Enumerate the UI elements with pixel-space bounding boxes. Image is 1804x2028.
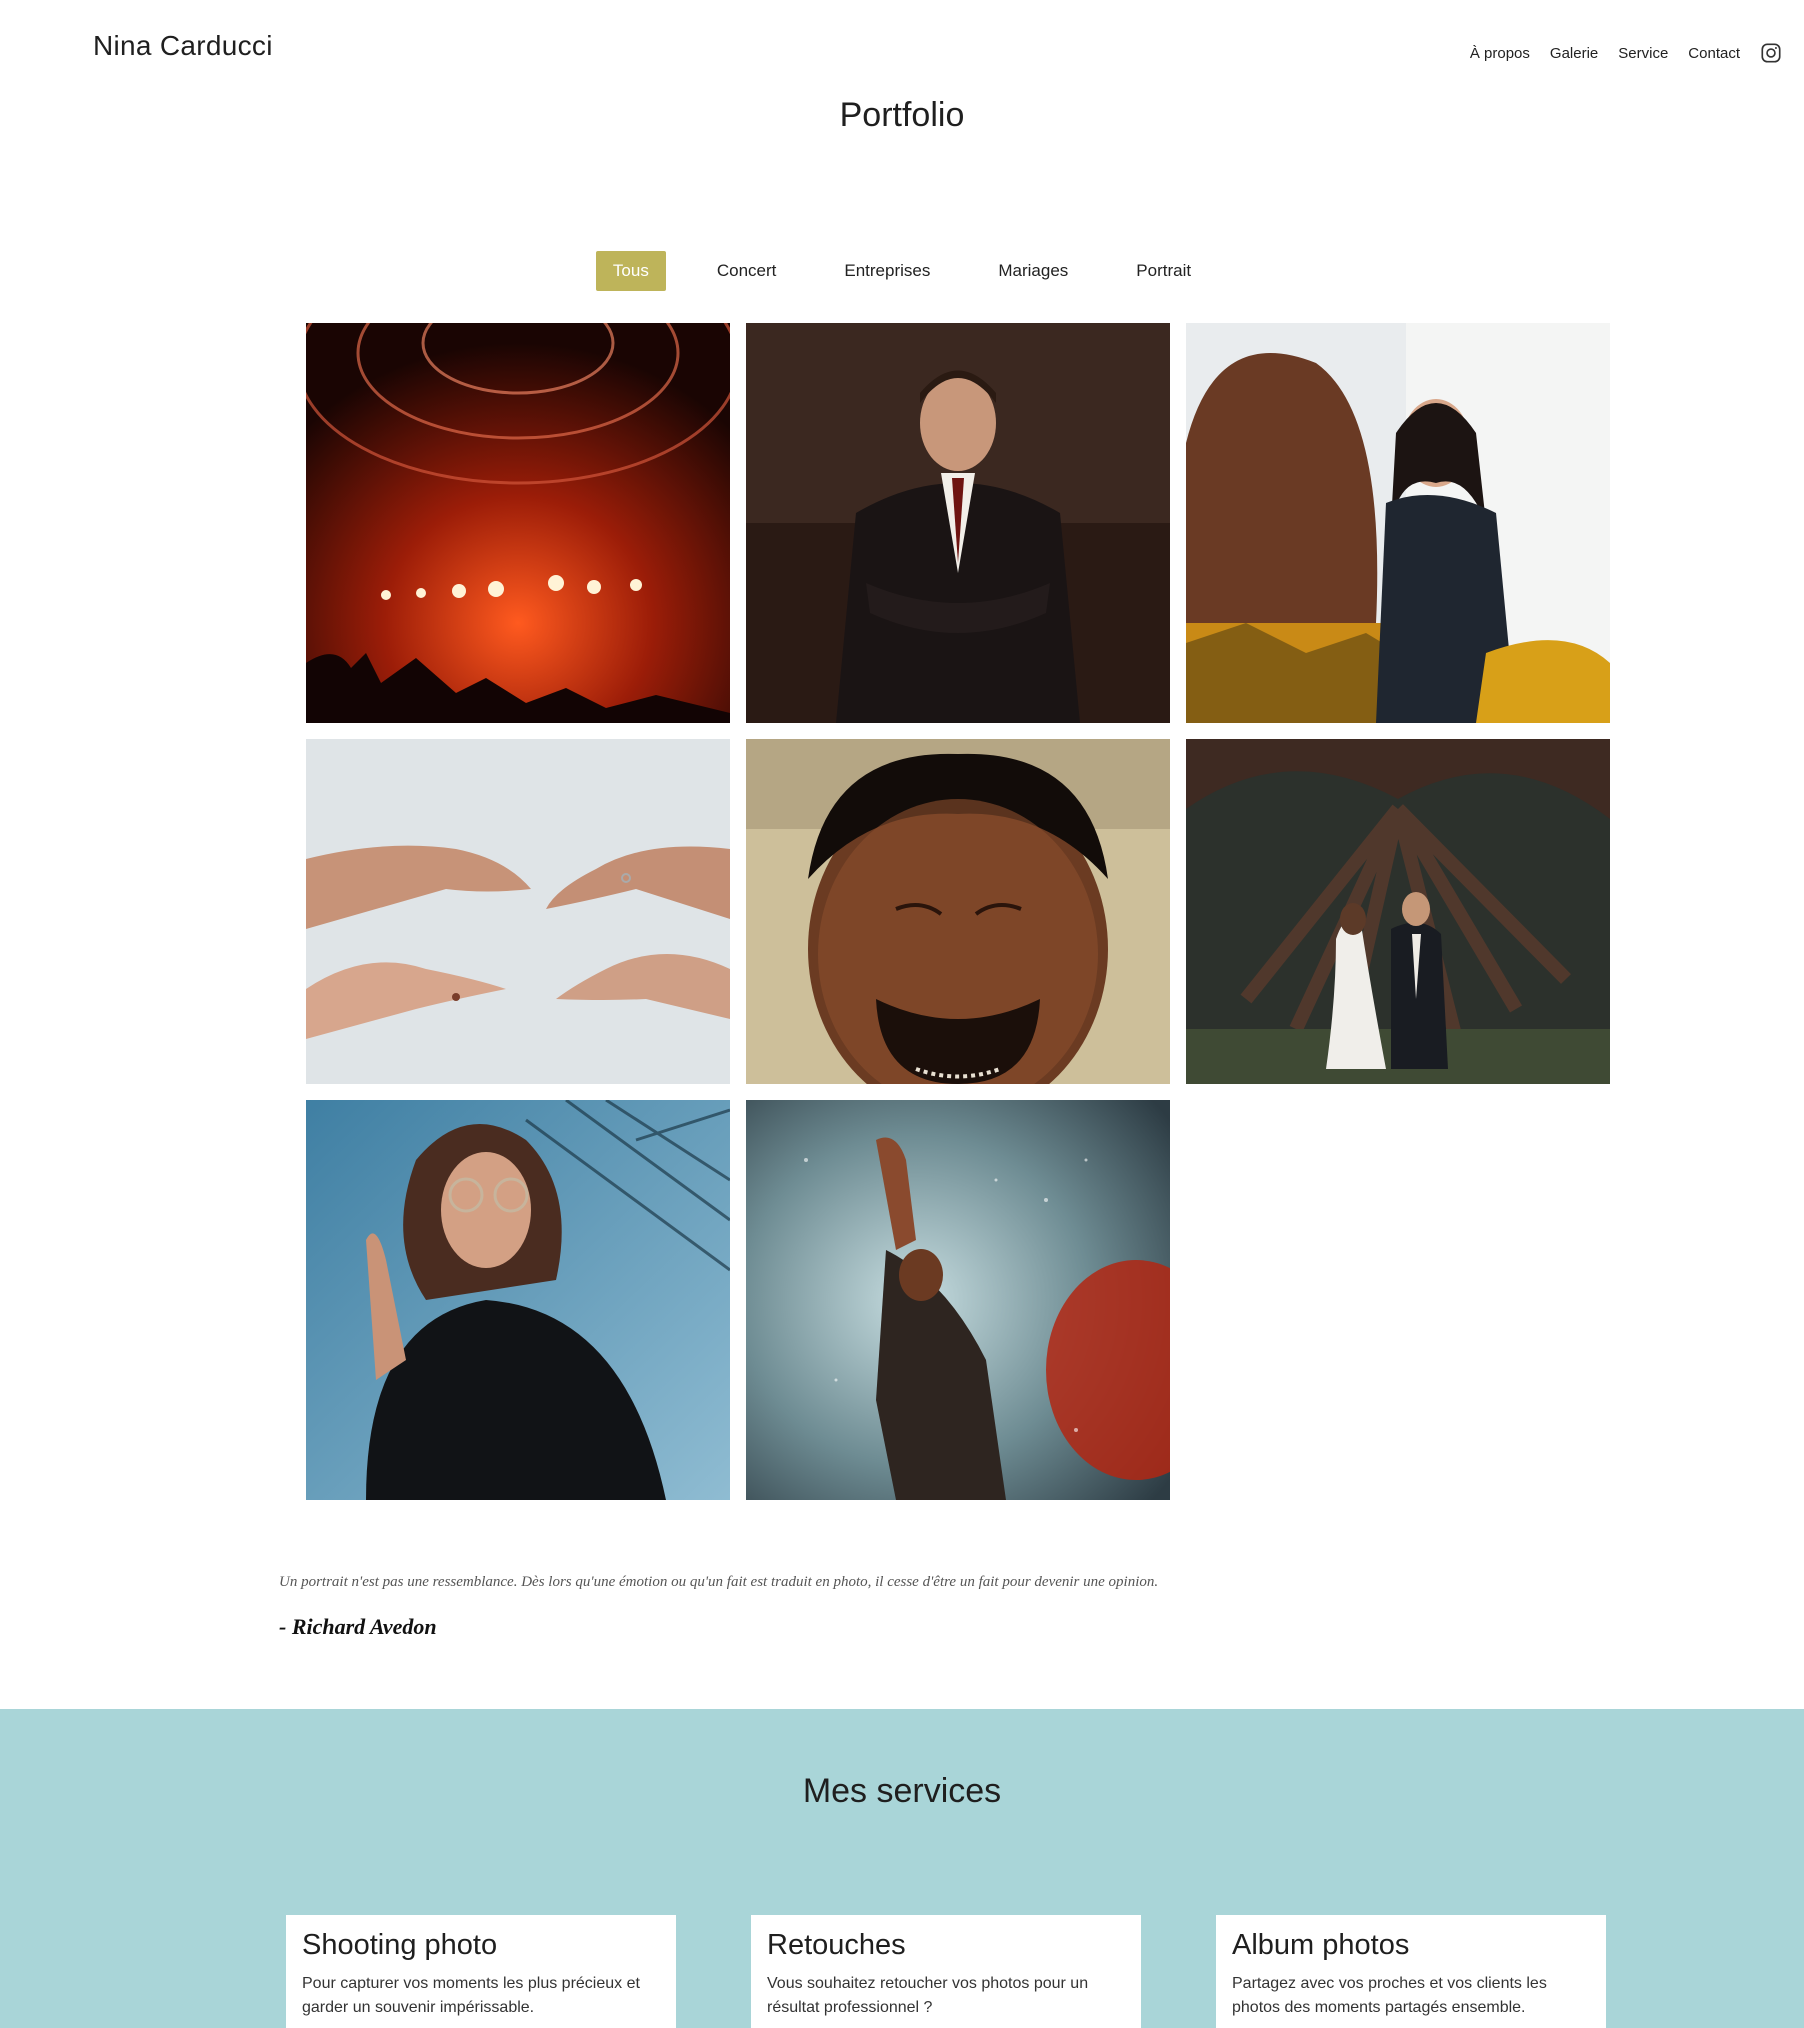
services-title: Mes services xyxy=(802,1772,1002,1810)
service-card-title: Album photos xyxy=(1232,1929,1410,1961)
service-card-title: Retouches xyxy=(767,1929,906,1961)
filter-tous-button[interactable]: Tous xyxy=(595,251,666,291)
gallery-photo-business-meeting[interactable] xyxy=(1186,323,1610,723)
service-card-text: Pour capturer vos moments les plus préci… xyxy=(302,1975,640,2016)
service-card-text: Vous souhaitez retoucher vos photos pour… xyxy=(767,1975,1089,2016)
main-nav: À propos Galerie Service Contact xyxy=(1470,40,1804,66)
service-card-retouches: Retouches Vous souhaitez retoucher vos p… xyxy=(751,1915,1141,2028)
site-header: Nina Carducci À propos Galerie Service C… xyxy=(0,0,1804,100)
service-card-title: Shooting photo xyxy=(302,1929,498,1961)
portfolio-title: Portfolio xyxy=(839,96,965,134)
filter-entreprises-button[interactable]: Entreprises xyxy=(827,251,947,291)
quote-author: - Richard Avedon xyxy=(279,1614,437,1639)
quote-text: Un portrait n'est pas une ressemblance. … xyxy=(279,1574,1159,1590)
filter-portrait-button[interactable]: Portrait xyxy=(1119,251,1208,291)
nav-link-a-propos[interactable]: À propos xyxy=(1470,45,1530,62)
service-card-text: Partagez avec vos proches et vos clients… xyxy=(1232,1975,1547,2016)
gallery-grid xyxy=(306,323,1611,1501)
gallery-photo-concert-stage[interactable] xyxy=(306,323,730,723)
service-card-shooting: Shooting photo Pour capturer vos moments… xyxy=(286,1915,676,2028)
gallery-photo-portrait-man[interactable] xyxy=(746,739,1170,1084)
filter-concert-button[interactable]: Concert xyxy=(700,251,794,291)
filter-mariages-button[interactable]: Mariages xyxy=(981,251,1085,291)
gallery-photo-wedding-hands[interactable] xyxy=(306,739,730,1084)
gallery-photo-concert-singer[interactable] xyxy=(746,1100,1170,1500)
service-card-album: Album photos Partagez avec vos proches e… xyxy=(1216,1915,1606,2028)
gallery-filters: Tous Concert Entreprises Mariages Portra… xyxy=(0,251,1804,291)
services-section: Mes services Shooting photo Pour capture… xyxy=(0,1709,1804,2028)
nav-link-contact[interactable]: Contact xyxy=(1688,45,1740,62)
gallery-photo-wedding-couple[interactable] xyxy=(1186,739,1610,1084)
gallery-photo-business-man[interactable] xyxy=(746,323,1170,723)
site-brand[interactable]: Nina Carducci xyxy=(93,30,273,62)
gallery-photo-portrait-woman-glasses[interactable] xyxy=(306,1100,730,1500)
nav-link-service[interactable]: Service xyxy=(1618,45,1668,62)
instagram-icon[interactable] xyxy=(1760,42,1782,64)
nav-link-galerie[interactable]: Galerie xyxy=(1550,45,1598,62)
